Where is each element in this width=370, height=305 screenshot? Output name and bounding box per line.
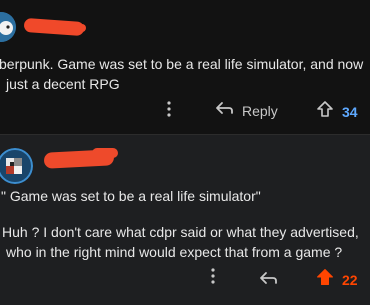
more-vertical-icon[interactable] xyxy=(210,268,216,289)
reply-button[interactable] xyxy=(258,270,278,291)
comment-body-line: " Game was set to be a real life simulat… xyxy=(1,188,261,204)
more-vertical-icon[interactable] xyxy=(166,101,172,122)
reply-arrow-icon xyxy=(258,270,278,291)
vote-count: 34 xyxy=(342,103,358,120)
comment-divider xyxy=(0,134,370,135)
reply-arrow-icon xyxy=(214,100,234,121)
vote-control[interactable]: 34 xyxy=(316,100,358,123)
comment-body-line: Huh ? I don't care what cdpr said or wha… xyxy=(2,224,359,240)
reply-button[interactable]: Reply xyxy=(214,100,278,121)
reply-label: Reply xyxy=(242,102,278,119)
redacted-username-extra xyxy=(58,24,86,32)
comment-body-line: berpunk. Game was set to be a real life … xyxy=(0,56,364,72)
upvote-arrow-icon[interactable] xyxy=(316,100,334,123)
redacted-username-extra xyxy=(92,148,118,158)
upvote-arrow-icon[interactable] xyxy=(316,268,334,291)
comment-body-line: just a decent RPG xyxy=(6,76,120,92)
comment-body-line: who in the right mind would expect that … xyxy=(6,244,343,260)
vote-count: 22 xyxy=(342,271,358,288)
vote-control[interactable]: 22 xyxy=(316,268,358,291)
